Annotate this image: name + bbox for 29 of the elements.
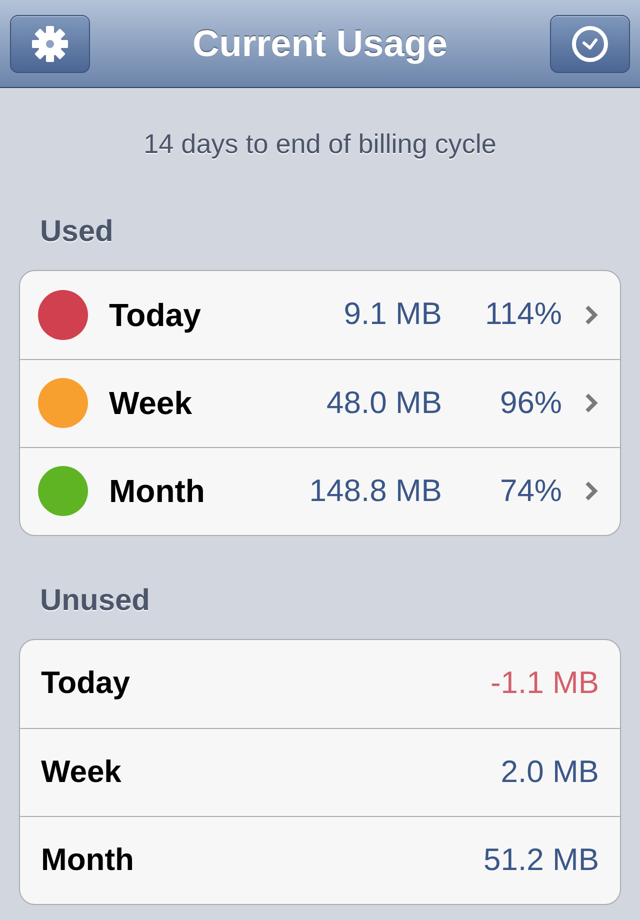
- clock-icon: [570, 24, 610, 64]
- remaining-amount: 51.2 MB: [484, 840, 599, 879]
- period-label: Today: [41, 664, 130, 702]
- settings-button[interactable]: [10, 14, 90, 72]
- section-heading: Unused: [40, 584, 150, 616]
- usage-row[interactable]: Week 48.0 MB 96%: [20, 358, 620, 446]
- screen-title: Current Usage: [192, 22, 448, 66]
- billing-cycle-text: 14 days to end of billing cycle: [144, 128, 496, 161]
- period-label: Week: [41, 752, 122, 791]
- usage-row[interactable]: Month 148.8 MB 74%: [20, 446, 620, 534]
- usage-amount: 9.1 MB: [344, 295, 442, 334]
- period-label: Week: [109, 384, 192, 423]
- usage-percent: 74%: [498, 472, 562, 510]
- history-button[interactable]: [550, 14, 630, 72]
- period-label: Month: [109, 472, 205, 511]
- period-label: Month: [41, 840, 134, 879]
- usage-amount: 148.8 MB: [309, 472, 442, 510]
- period-label: Today: [109, 296, 201, 335]
- usage-amount: 48.0 MB: [326, 384, 442, 422]
- usage-percent: 96%: [498, 384, 562, 422]
- section-heading: Used: [40, 214, 114, 248]
- remaining-amount: 2.0 MB: [500, 752, 599, 791]
- usage-row[interactable]: Today 9.1 MB 114%: [20, 270, 620, 358]
- remaining-amount: -1.1 MB: [490, 664, 599, 702]
- chevron-icon: [584, 392, 598, 414]
- chevron-icon: [584, 304, 598, 326]
- chevron-icon: [584, 480, 598, 502]
- settings-icon: [30, 24, 70, 64]
- usage-percent: 114%: [484, 295, 562, 334]
